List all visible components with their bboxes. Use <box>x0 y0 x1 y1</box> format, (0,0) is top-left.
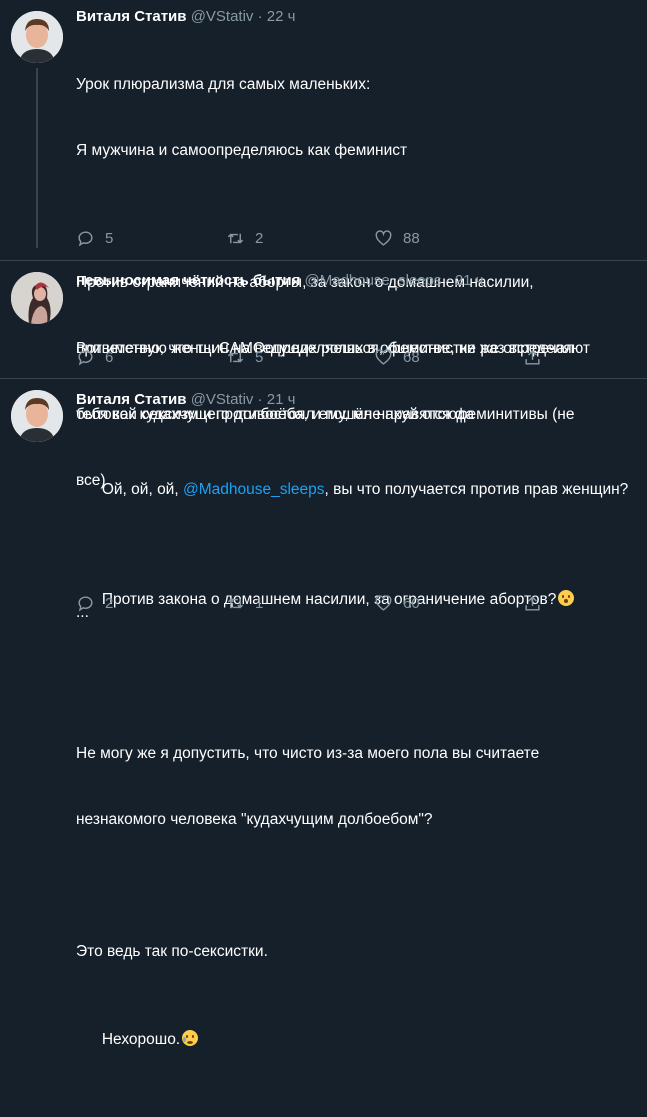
text-line: Нехорошо. <box>76 1007 636 1073</box>
like-count: 88 <box>403 230 420 247</box>
avatar[interactable] <box>11 272 63 324</box>
text-segment: Нехорошо. <box>101 1031 181 1048</box>
tweet-text: Ой, ой, ой, @Madhouse_sleeps, вы что пол… <box>76 413 636 1117</box>
tweet-actions: 2 1 60 <box>76 594 636 614</box>
timestamp[interactable]: 22 ч <box>267 8 296 25</box>
retweet-button[interactable]: 1 <box>226 594 263 613</box>
text-line: Не могу же я допустить, что чисто из-за … <box>76 745 540 762</box>
text-line: незнакомого человека "кудахчущим долбоеб… <box>76 811 433 828</box>
retweet-count: 2 <box>255 230 264 247</box>
text-segment: Ой, ой, ой, <box>101 481 183 498</box>
author-handle[interactable]: @VStativ <box>191 391 254 408</box>
timestamp[interactable]: 21 ч <box>455 272 484 289</box>
tweet-2[interactable]: невыносимая чёткость бытия @Madhouse_sle… <box>0 261 647 423</box>
retweet-count: 5 <box>255 349 264 366</box>
text-segment: , вы что получается против прав женщин? <box>324 481 629 498</box>
tweet-header: невыносимая чёткость бытия @Madhouse_sle… <box>76 271 484 291</box>
text-line <box>76 206 636 228</box>
reply-icon <box>78 350 93 366</box>
reply-count: 2 <box>105 595 114 612</box>
avatar[interactable] <box>11 390 63 442</box>
separator: · <box>445 272 451 289</box>
separator: · <box>257 391 263 408</box>
reply-icon <box>78 596 93 612</box>
retweet-icon <box>227 352 244 363</box>
share-button[interactable] <box>523 348 542 367</box>
tweet-actions: 5 2 88 <box>76 229 636 249</box>
reply-button[interactable]: 6 <box>76 348 113 367</box>
text-line: Я мужчина и самоопределяюсь как феминист <box>76 142 408 159</box>
avatar[interactable] <box>11 11 63 63</box>
text-line <box>76 875 636 897</box>
text-line: Ой, ой, ой, @Madhouse_sleeps, вы что пол… <box>76 457 636 523</box>
author-handle[interactable]: @Madhouse_sleeps <box>305 272 442 289</box>
tweet-header: Виталя Статив @VStativ · 22 ч <box>76 7 295 27</box>
avatar-photo <box>11 390 63 442</box>
author-handle[interactable]: @VStativ <box>191 8 254 25</box>
avatar-photo <box>11 272 63 324</box>
heart-icon <box>375 595 392 611</box>
mention-link[interactable]: @Madhouse_sleeps <box>183 481 325 498</box>
text-line <box>76 677 636 699</box>
author-name[interactable]: невыносимая чёткость бытия <box>76 272 300 289</box>
author-name[interactable]: Виталя Статив <box>76 391 187 408</box>
tweet-header: Виталя Статив @VStativ · 21 ч <box>76 390 295 410</box>
retweet-count: 1 <box>255 595 264 612</box>
reply-count: 5 <box>105 230 114 247</box>
share-icon <box>525 350 540 365</box>
text-line: Это ведь так по-сексистки. <box>76 943 268 960</box>
share-icon <box>525 596 540 611</box>
retweet-button[interactable]: 5 <box>226 348 263 367</box>
reply-icon <box>78 231 93 247</box>
reply-button[interactable]: 2 <box>76 594 113 613</box>
like-count: 68 <box>403 349 420 366</box>
like-button[interactable]: 60 <box>374 594 420 613</box>
like-button[interactable]: 88 <box>374 229 420 248</box>
retweet-icon <box>227 598 244 609</box>
heart-icon <box>375 230 392 246</box>
reply-count: 6 <box>105 349 114 366</box>
like-button[interactable]: 68 <box>374 348 420 367</box>
crying-face-emoji <box>182 1030 199 1046</box>
share-button[interactable] <box>523 594 542 613</box>
tweet-1[interactable]: Виталя Статив @VStativ · 22 ч Урок плюра… <box>0 0 647 621</box>
retweet-button[interactable]: 2 <box>226 229 263 248</box>
separator: · <box>257 8 263 25</box>
tweet-3[interactable]: Виталя Статив @VStativ · 21 ч Ой, ой, ой… <box>0 379 647 1048</box>
avatar-photo <box>11 11 63 63</box>
retweet-icon <box>227 233 244 244</box>
tweet-actions: 6 5 68 <box>76 348 636 368</box>
heart-icon <box>375 349 392 365</box>
timestamp[interactable]: 21 ч <box>267 391 296 408</box>
thread-line <box>36 68 38 248</box>
like-count: 60 <box>403 595 420 612</box>
text-line: Урок плюрализма для самых маленьких: <box>76 76 371 93</box>
author-name[interactable]: Виталя Статив <box>76 8 187 25</box>
reply-button[interactable]: 5 <box>76 229 113 248</box>
